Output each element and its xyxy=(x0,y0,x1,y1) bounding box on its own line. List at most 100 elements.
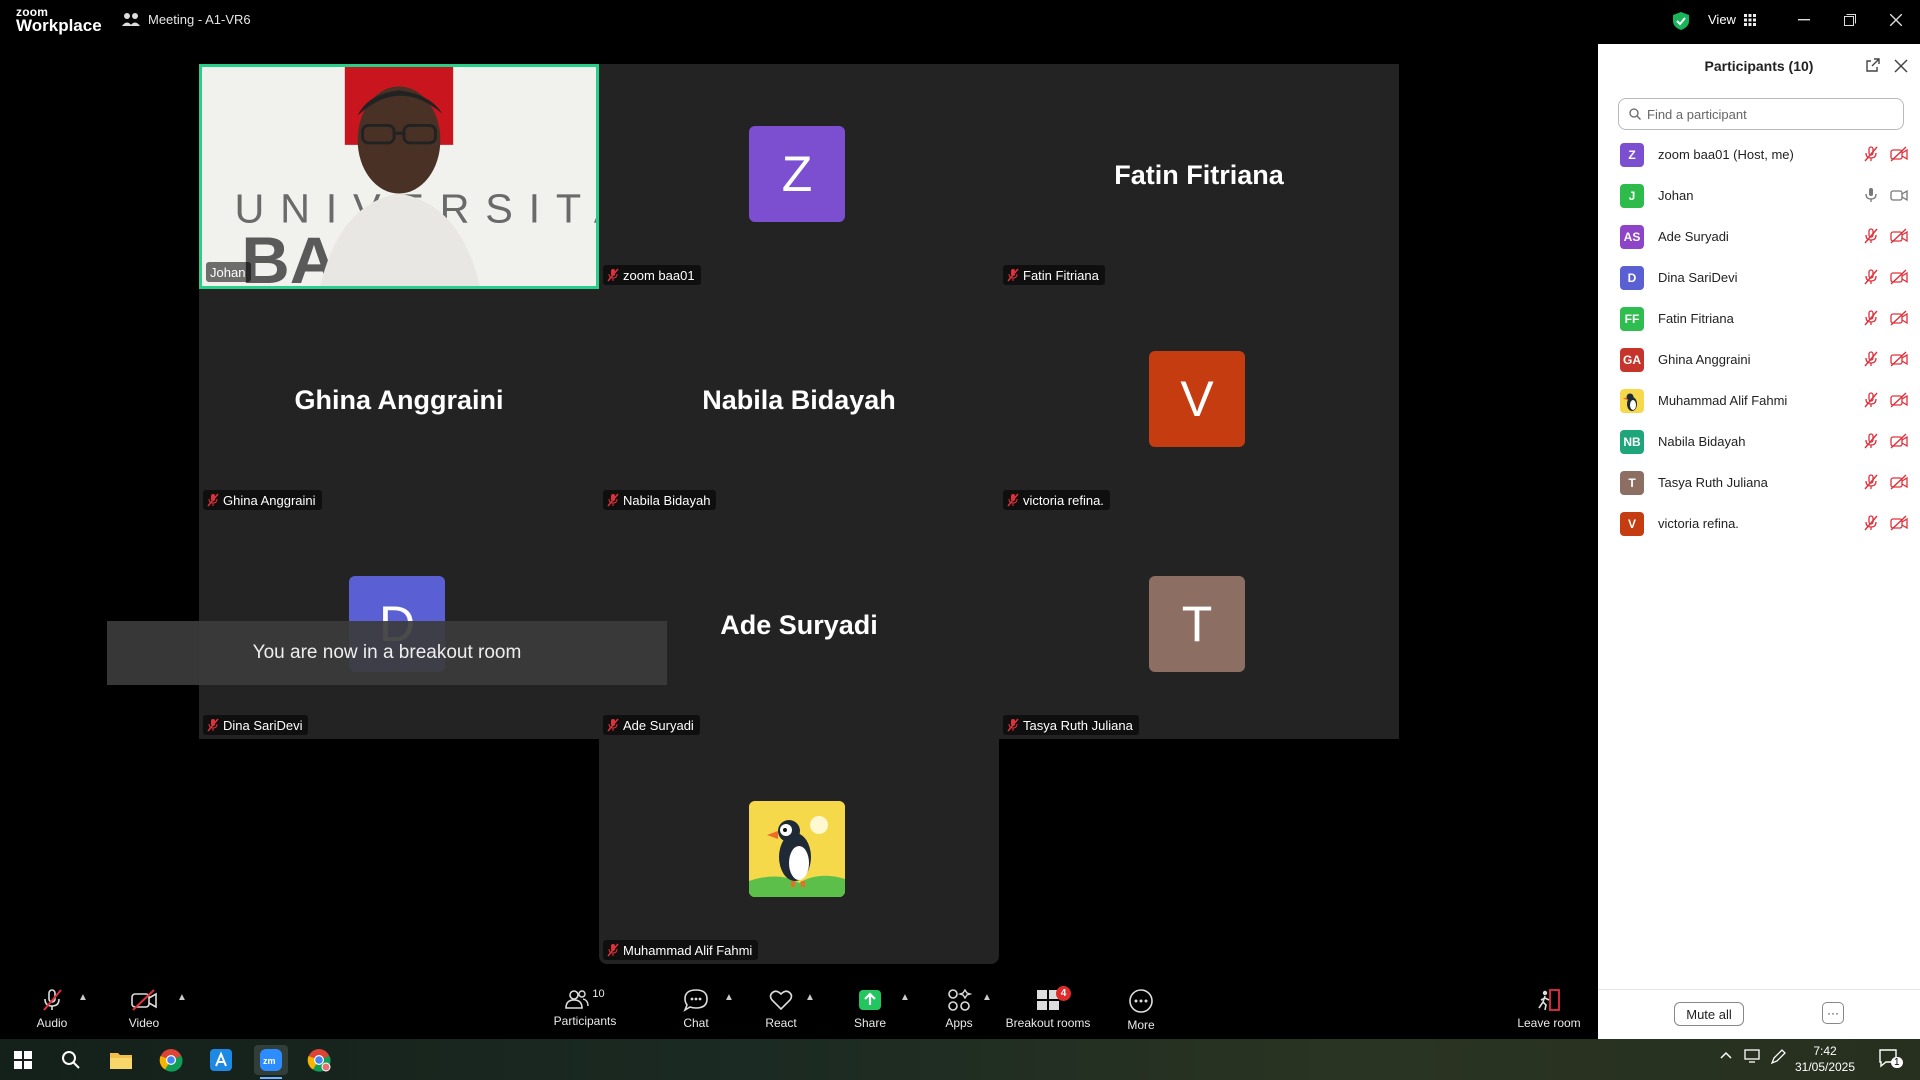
windows-start-button[interactable] xyxy=(8,1045,38,1075)
mic-muted-icon xyxy=(43,989,62,1011)
participant-row[interactable]: D Dina SariDevi xyxy=(1598,257,1920,298)
video-tile-tasya-ruth-juliana[interactable]: T Tasya Ruth Juliana xyxy=(999,514,1399,739)
close-window-button[interactable] xyxy=(1876,8,1916,32)
mute-all-button[interactable]: Mute all xyxy=(1674,1002,1744,1026)
video-tile-ghina-anggraini[interactable]: Ghina Anggraini Ghina Anggraini xyxy=(199,289,599,514)
video-off-icon[interactable] xyxy=(1890,474,1908,490)
video-button[interactable]: Video xyxy=(124,980,164,1039)
video-on-icon[interactable] xyxy=(1890,187,1908,203)
pen-icon[interactable] xyxy=(1770,1049,1786,1068)
video-options-chevron-icon[interactable]: ▲ xyxy=(177,992,187,1003)
app-store-button[interactable] xyxy=(206,1045,236,1075)
audio-button[interactable]: Audio xyxy=(32,980,72,1039)
apps-options-chevron-icon[interactable]: ▲ xyxy=(982,992,992,1003)
close-panel-icon[interactable] xyxy=(1894,59,1908,73)
participant-row[interactable]: FF Fatin Fitriana xyxy=(1598,298,1920,339)
search-input[interactable] xyxy=(1647,106,1887,122)
mic-on-icon[interactable] xyxy=(1864,187,1878,203)
share-options-chevron-icon[interactable]: ▲ xyxy=(900,992,910,1003)
more-options-button[interactable]: ··· xyxy=(1822,1002,1844,1024)
mic-muted-icon xyxy=(1007,493,1019,507)
restore-button[interactable] xyxy=(1830,8,1870,32)
mic-muted-icon[interactable] xyxy=(1864,228,1878,244)
mic-muted-icon[interactable] xyxy=(1864,269,1878,285)
chat-label: Chat xyxy=(683,1016,709,1030)
react-options-chevron-icon[interactable]: ▲ xyxy=(805,992,815,1003)
mic-muted-icon[interactable] xyxy=(1864,433,1878,449)
participant-row[interactable]: J Johan xyxy=(1598,175,1920,216)
chrome-button[interactable] xyxy=(156,1045,186,1075)
encryption-shield-icon[interactable] xyxy=(1672,11,1690,36)
view-button[interactable]: View xyxy=(1708,12,1756,27)
video-off-icon[interactable] xyxy=(1890,433,1908,449)
mic-muted-icon[interactable] xyxy=(1864,351,1878,367)
taskbar-search-button[interactable] xyxy=(56,1045,86,1075)
video-tile-johan[interactable]: UNIVERSITAS BALE Johan xyxy=(199,64,599,289)
breakout-rooms-button[interactable]: Breakout rooms xyxy=(1006,980,1090,1039)
video-off-icon[interactable] xyxy=(1890,351,1908,367)
clock-time: 7:42 xyxy=(1813,1044,1837,1058)
participant-name: Johan xyxy=(210,264,246,280)
chat-options-chevron-icon[interactable]: ▲ xyxy=(724,992,734,1003)
mic-muted-icon[interactable] xyxy=(1864,310,1878,326)
participant-avatar: J xyxy=(1620,183,1644,208)
participant-row[interactable]: Muhammad Alif Fahmi xyxy=(1598,380,1920,421)
network-icon[interactable] xyxy=(1744,1049,1762,1066)
video-tile-muhammad-alif-fahmi[interactable]: Muhammad Alif Fahmi xyxy=(599,739,999,964)
participant-avatar: AS xyxy=(1620,224,1644,249)
notification-center-button[interactable]: 1 xyxy=(1878,1047,1903,1072)
mic-muted-icon[interactable] xyxy=(1864,392,1878,408)
video-tile-victoria-refina[interactable]: V victoria refina. xyxy=(999,289,1399,514)
video-off-icon[interactable] xyxy=(1890,515,1908,531)
avatar-initial: Z xyxy=(781,146,813,202)
show-hidden-icons-chevron-icon[interactable] xyxy=(1720,1049,1732,1063)
apps-button[interactable]: Apps xyxy=(939,980,979,1039)
chrome-icon xyxy=(159,1049,183,1072)
chat-button[interactable]: Chat xyxy=(676,980,716,1039)
chrome-profile-button[interactable] xyxy=(304,1045,334,1075)
video-tile-nabila-bidayah[interactable]: Nabila Bidayah Nabila Bidayah xyxy=(599,289,999,514)
participant-name: Ade Suryadi xyxy=(623,717,694,733)
participant-name: Fatin Fitriana xyxy=(1023,267,1099,283)
participant-avatar: T xyxy=(1620,470,1644,495)
video-off-icon[interactable] xyxy=(1890,269,1908,285)
video-tile-fatin-fitriana[interactable]: Fatin Fitriana Fatin Fitriana xyxy=(999,64,1399,289)
pop-out-icon[interactable] xyxy=(1866,58,1880,72)
participant-name: Johan xyxy=(1658,188,1694,203)
participant-row[interactable]: T Tasya Ruth Juliana xyxy=(1598,462,1920,503)
puffin-avatar-icon xyxy=(1620,388,1644,413)
participant-search[interactable] xyxy=(1618,98,1904,130)
participant-row[interactable]: V victoria refina. xyxy=(1598,503,1920,544)
react-button[interactable]: React xyxy=(761,980,801,1039)
zoom-taskbar-button[interactable]: zm xyxy=(254,1045,288,1075)
system-clock[interactable]: 7:42 31/05/2025 xyxy=(1790,1043,1860,1075)
meeting-title[interactable]: Meeting - A1-VR6 xyxy=(122,11,251,27)
file-explorer-button[interactable] xyxy=(106,1045,136,1075)
video-stage: UNIVERSITAS BALE Johan Z zoom baa01 Fati… xyxy=(0,44,1598,980)
audio-options-chevron-icon[interactable]: ▲ xyxy=(78,992,88,1003)
mic-muted-icon[interactable] xyxy=(1864,146,1878,162)
participant-name: Muhammad Alif Fahmi xyxy=(623,942,753,958)
mic-muted-icon[interactable] xyxy=(1864,474,1878,490)
share-button[interactable]: Share xyxy=(850,980,890,1039)
participants-button[interactable]: 10 Participants xyxy=(552,980,618,1039)
participant-name-label: zoom baa01 xyxy=(603,265,701,285)
avatar-initials: V xyxy=(1627,516,1636,531)
video-off-icon[interactable] xyxy=(1890,310,1908,326)
participant-row[interactable]: NB Nabila Bidayah xyxy=(1598,421,1920,462)
participant-row[interactable]: AS Ade Suryadi xyxy=(1598,216,1920,257)
video-tile-zoom-baa01[interactable]: Z zoom baa01 xyxy=(599,64,999,289)
participant-row[interactable]: GA Ghina Anggraini xyxy=(1598,339,1920,380)
minimize-button[interactable] xyxy=(1784,8,1824,32)
search-icon xyxy=(62,1051,80,1069)
more-button[interactable]: More xyxy=(1121,980,1161,1039)
mic-muted-icon[interactable] xyxy=(1864,515,1878,531)
participant-name-label: Nabila Bidayah xyxy=(603,490,717,510)
video-off-icon[interactable] xyxy=(1890,392,1908,408)
participant-row[interactable]: Z zoom baa01 (Host, me) xyxy=(1598,134,1920,175)
windows-logo-icon xyxy=(14,1051,32,1069)
video-off-icon[interactable] xyxy=(1890,146,1908,162)
breakout-rooms-badge: 4 xyxy=(1056,986,1071,1001)
video-off-icon[interactable] xyxy=(1890,228,1908,244)
leave-room-button[interactable]: Leave room xyxy=(1516,980,1582,1039)
